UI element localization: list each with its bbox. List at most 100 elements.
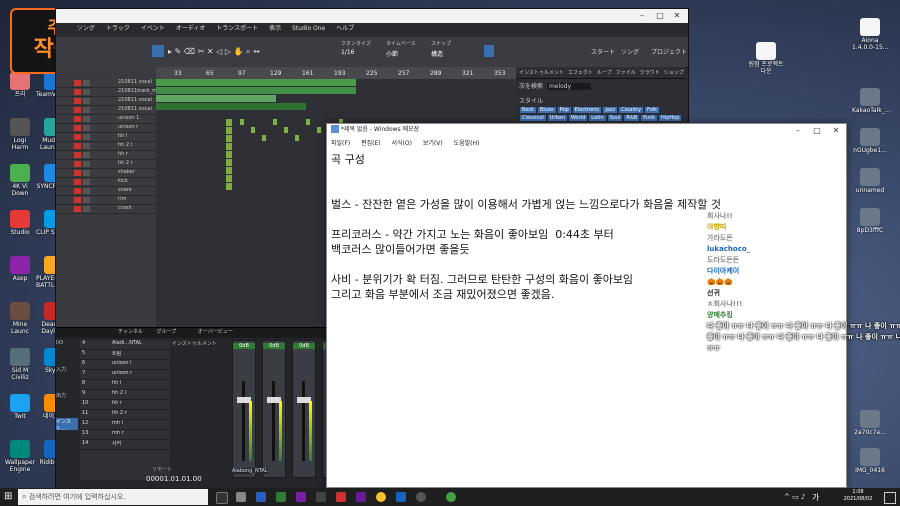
audio-clip[interactable] xyxy=(156,103,306,110)
style-tag[interactable]: Rock xyxy=(520,107,536,113)
audio-clip[interactable] xyxy=(156,79,356,86)
style-tag[interactable]: Classical xyxy=(520,115,546,121)
console-channel-row[interactable]: 8 hh l xyxy=(80,380,170,390)
menu-file[interactable]: 파일(F) xyxy=(331,140,350,147)
solo-button[interactable] xyxy=(83,107,90,113)
snap-select[interactable]: 構造 xyxy=(431,49,443,58)
console-side-button[interactable]: 入力 xyxy=(56,366,78,378)
audio-clip[interactable] xyxy=(226,175,232,182)
mute-button[interactable] xyxy=(74,98,81,104)
track-row[interactable]: unison 1 xyxy=(56,115,156,124)
audio-clip[interactable] xyxy=(226,135,232,142)
menu-view[interactable]: 表示 xyxy=(269,25,281,32)
mixer-channel-strip[interactable]: 0dB xyxy=(262,340,286,478)
mixer-channel-strip[interactable]: 0dB xyxy=(232,340,256,478)
solo-button[interactable] xyxy=(83,89,90,95)
solo-button[interactable] xyxy=(83,80,90,86)
audio-clip[interactable] xyxy=(156,87,356,94)
app-icon-blue[interactable] xyxy=(396,492,406,502)
search-input[interactable]: melody xyxy=(546,83,592,90)
track-row[interactable]: hh 2 l xyxy=(56,142,156,151)
browser-tab[interactable]: ループ xyxy=(597,70,612,76)
browser-tab[interactable]: エフェクト xyxy=(568,70,593,76)
mute-button[interactable] xyxy=(74,179,81,185)
menu-view[interactable]: 보기(V) xyxy=(423,140,443,147)
menu-help[interactable]: ヘルプ xyxy=(336,25,354,32)
notepad-minimize-icon[interactable]: – xyxy=(792,126,804,136)
track-row[interactable]: hh 2 r xyxy=(56,160,156,169)
solo-button[interactable] xyxy=(83,188,90,194)
browser-tab[interactable]: インストゥルメント xyxy=(519,70,564,76)
console-tab-channel[interactable]: チャンネル xyxy=(118,329,143,335)
audio-clip[interactable] xyxy=(226,159,232,166)
solo-button[interactable] xyxy=(83,125,90,131)
solo-button[interactable] xyxy=(83,134,90,140)
console-channel-row[interactable]: 5 트림 xyxy=(80,350,170,360)
style-tag[interactable]: Pop xyxy=(557,107,571,113)
track-row[interactable]: 210811 vocal xyxy=(56,79,156,88)
audio-clip[interactable] xyxy=(226,151,232,158)
close-icon[interactable]: ✕ xyxy=(671,11,683,21)
console-channel-row[interactable]: 13 mh r xyxy=(80,430,170,440)
desktop-icon[interactable]: nGUgbe1... xyxy=(852,128,888,154)
desktop-icon[interactable]: 2a70c7a... xyxy=(852,410,888,436)
style-tag[interactable]: Urban xyxy=(547,115,567,121)
app-icon-red[interactable] xyxy=(336,492,346,502)
desktop-icon[interactable]: 4K Vi Down xyxy=(2,164,38,197)
mute-button[interactable] xyxy=(74,143,81,149)
console-channel-row[interactable]: 6 unison l xyxy=(80,360,170,370)
audio-clip[interactable] xyxy=(226,183,232,190)
mute-button[interactable] xyxy=(74,89,81,95)
desktop-icon[interactable]: Twit xyxy=(2,394,38,420)
mute-button[interactable] xyxy=(74,80,81,86)
console-overview[interactable]: オーバービュー xyxy=(198,329,233,335)
track-row[interactable]: crash xyxy=(56,205,156,214)
solo-button[interactable] xyxy=(83,116,90,122)
style-tag[interactable]: Soul xyxy=(607,115,623,121)
solo-button[interactable] xyxy=(83,170,90,176)
console-channel-row[interactable]: 12 mh l xyxy=(80,420,170,430)
desktop-icon[interactable]: Logi Harm xyxy=(2,118,38,151)
menu-format[interactable]: 서식(O) xyxy=(392,140,412,147)
windows-start-icon[interactable]: ⊞ xyxy=(4,492,14,502)
style-tag[interactable]: Latin xyxy=(589,115,606,121)
premiere-icon[interactable] xyxy=(296,492,306,502)
solo-button[interactable] xyxy=(83,161,90,167)
browser-tab[interactable]: ショップ xyxy=(664,70,684,76)
mute-button[interactable] xyxy=(74,134,81,140)
console-tab-group[interactable]: グループ xyxy=(156,329,176,335)
mute-button[interactable] xyxy=(74,188,81,194)
audio-clip[interactable] xyxy=(156,95,276,102)
marker-clip[interactable] xyxy=(317,127,321,133)
mute-button[interactable] xyxy=(74,161,81,167)
marker-clip[interactable] xyxy=(251,127,255,133)
taskbar-clock[interactable]: 1:08 2021/08/02 xyxy=(838,489,878,503)
obs-icon[interactable] xyxy=(416,492,426,502)
maximize-icon[interactable]: □ xyxy=(654,11,666,21)
edge-icon[interactable] xyxy=(256,492,266,502)
desktop-icon[interactable]: unnamed xyxy=(852,168,888,194)
menu-transport[interactable]: トランスポート xyxy=(216,25,258,32)
style-tag[interactable]: R&B xyxy=(624,115,640,121)
console-side-button[interactable]: インスト... xyxy=(56,418,78,432)
style-tag[interactable]: Country xyxy=(619,107,644,113)
marker-clip[interactable] xyxy=(295,135,299,141)
track-row[interactable]: hh r xyxy=(56,151,156,160)
console-channel-row[interactable]: 11 hh 2 r xyxy=(80,410,170,420)
console-channel-row[interactable]: 7 unison r xyxy=(80,370,170,380)
track-row[interactable]: kick xyxy=(56,178,156,187)
studio-one-taskbar-icon[interactable] xyxy=(316,492,326,502)
browser-tab[interactable]: クラウド xyxy=(640,70,660,76)
desktop-icon[interactable]: Sid M Civiliz xyxy=(2,348,38,381)
solo-button[interactable] xyxy=(83,143,90,149)
notepad-close-icon[interactable]: ✕ xyxy=(830,126,842,136)
menu-event[interactable]: イベント xyxy=(141,25,165,32)
solo-button[interactable] xyxy=(83,152,90,158)
desktop-icon[interactable]: 프리 xyxy=(2,72,38,98)
minimize-icon[interactable]: – xyxy=(636,11,648,21)
remote-label[interactable]: リモート xyxy=(152,466,172,473)
taskbar-search-box[interactable]: ⌕ 검색하려면 여기에 입력하십시오. xyxy=(18,489,208,505)
menu-help[interactable]: 도움말(H) xyxy=(454,140,480,147)
marker-clip[interactable] xyxy=(284,127,288,133)
style-tag[interactable]: Blues xyxy=(537,107,556,113)
